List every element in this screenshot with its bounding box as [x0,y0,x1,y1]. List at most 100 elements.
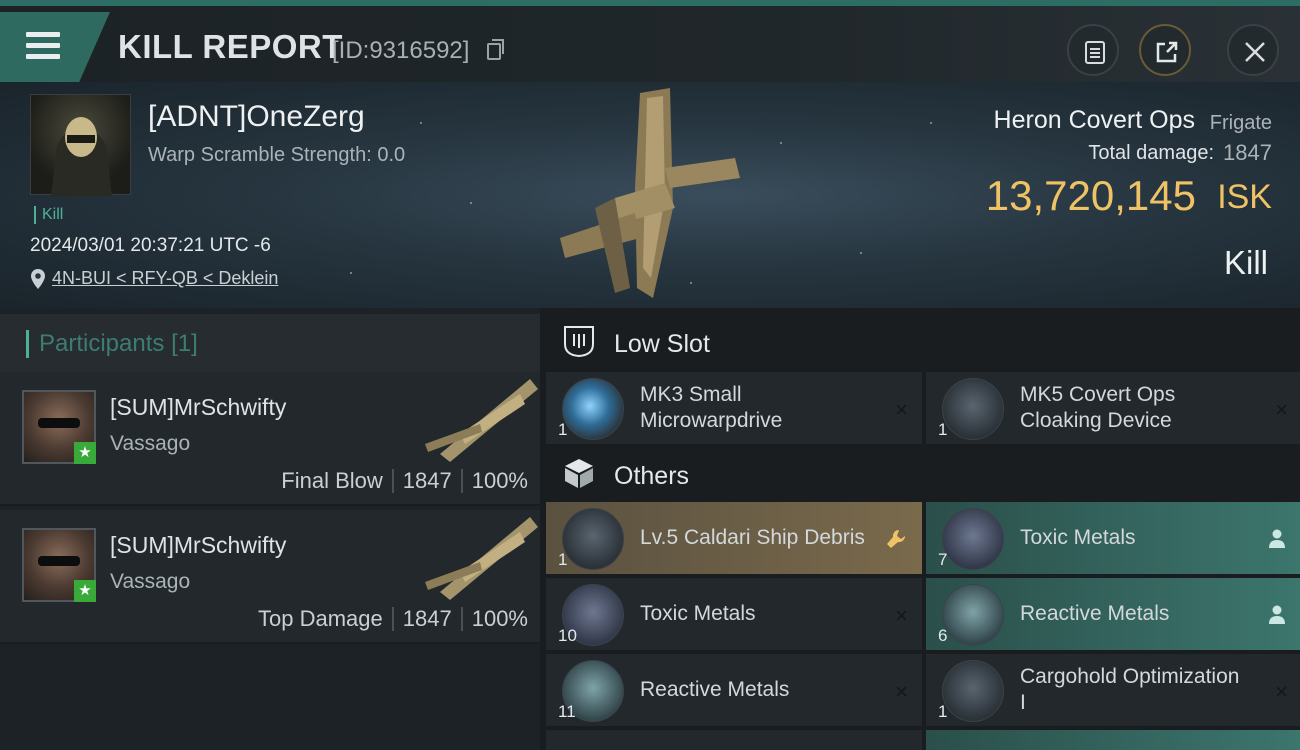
isk-unit: ISK [1217,178,1272,216]
fitting-panel: Low Slot 1 MK3 Small Microwarpdrive × 1 … [540,308,1300,750]
reactive-metals-icon [942,584,1004,646]
avatar[interactable]: ★ [22,528,96,602]
kill-summary: [ADNT]OneZerg Warp Scramble Strength: 0.… [0,82,1300,308]
microwarpdrive-icon [562,378,624,440]
participants-count: [1] [171,330,198,357]
location-pin-icon [31,269,45,289]
divider [391,469,394,493]
item-quantity: 10 [558,626,577,645]
kill-tag: Kill [34,206,63,224]
destroyed-icon: × [1275,679,1288,704]
participant-row[interactable]: ★ [SUM]MrSchwifty Vassago Top Damage 184… [0,510,540,644]
destroyed-icon: × [895,397,908,422]
star-icon: ★ [74,442,96,464]
participant-percent: 100% [471,606,528,631]
low-slot-icon [564,326,594,358]
cargo-item-partial[interactable] [546,730,922,750]
item-quantity: 1 [558,420,568,439]
participant-stats: Final Blow 1847 100% [281,468,528,494]
participant-name: [SUM]MrSchwifty [110,394,287,420]
toxic-metals-icon [942,508,1004,570]
star-icon: ★ [74,580,96,602]
cargo-item[interactable]: 6 Reactive Metals [926,578,1300,650]
cargo-item[interactable]: 11 Reactive Metals × [546,654,922,726]
cargo-item-partial[interactable] [926,730,1300,750]
destroyed-icon: × [895,603,908,628]
ship-debris-icon [562,508,624,570]
participant-damage: 1847 [402,606,452,631]
page-title: KILL REPORT [118,28,343,65]
sunglasses-icon [38,556,80,566]
participant-name: [SUM]MrSchwifty [110,532,287,558]
avatar[interactable]: ★ [22,390,96,464]
participant-role: Top Damage [258,606,383,631]
divider [460,469,463,493]
hamburger-icon [26,54,60,59]
sunglasses-icon [38,418,80,428]
close-button[interactable] [1227,24,1279,76]
divider [460,607,463,631]
participant-percent: 100% [471,468,528,493]
copy-icon[interactable] [487,39,504,60]
participant-corp: Vassago [110,570,191,593]
cargo-item[interactable]: 7 Toxic Metals [926,502,1300,574]
cargo-item[interactable]: 1 Lv.5 Caldari Ship Debris [546,502,922,574]
menu-button[interactable] [0,12,110,82]
low-slot-title: Low Slot [614,330,710,358]
module-item[interactable]: 1 MK3 Small Microwarpdrive × [546,372,922,444]
item-name: MK5 Covert Ops Cloaking Device [1020,383,1176,432]
total-damage-label: Total damage: [1088,142,1214,164]
clipboard-button[interactable] [1067,24,1119,76]
participant-corp: Vassago [110,432,191,455]
item-quantity: 6 [938,626,948,645]
destroyed-icon: × [895,679,908,704]
victim-name[interactable]: [ADNT]OneZerg [148,100,365,134]
hamburger-icon [26,43,60,48]
item-quantity: 11 [558,702,576,721]
person-icon [1269,529,1285,548]
item-quantity: 1 [938,420,948,439]
helmet-icon [51,117,112,196]
item-name: MK3 Small Microwarpdrive [640,383,783,432]
item-name: Cargohold Optimization I [1020,665,1240,714]
cloaking-device-icon [942,378,1004,440]
person-icon [1269,605,1285,624]
kill-datetime: 2024/03/01 20:37:21 UTC -6 [30,235,271,256]
participants-title: Participants [1] [26,330,198,358]
share-icon [1156,41,1178,63]
total-damage-value: 1847 [1223,140,1272,165]
divider [391,607,394,631]
low-slot-header: Low Slot [540,312,1300,372]
others-title: Others [614,462,690,490]
participant-damage: 1847 [402,468,452,493]
module-item[interactable]: 1 MK5 Covert Ops Cloaking Device × [926,372,1300,444]
isk-value: 13,720,145 [985,172,1196,219]
participants-panel: Participants [1] ★ [SUM]MrSchwifty Vassa… [0,308,540,750]
share-button[interactable] [1139,24,1191,76]
item-name: Lv.5 Caldari Ship Debris [640,526,865,549]
top-bar: KILL REPORT [ID:9316592] [0,0,1300,82]
participant-ship-image [425,379,538,462]
victim-portrait[interactable] [30,94,131,196]
hamburger-icon [26,32,60,37]
item-name: Reactive Metals [1020,602,1170,625]
participant-role: Final Blow [281,468,383,493]
victim-ship-image [560,88,740,298]
close-icon [1245,42,1265,62]
participants-header: Participants [1] [0,314,540,372]
destroyed-icon: × [1275,397,1288,422]
item-name: Reactive Metals [640,678,790,701]
location-link[interactable]: 4N-BUI < RFY-QB < Deklein [52,268,278,289]
participant-stats: Top Damage 1847 100% [258,606,528,632]
report-id: [ID:9316592] [332,37,470,64]
participants-title-text: Participants [39,330,165,357]
item-quantity: 1 [558,550,568,569]
cargo-item[interactable]: 10 Toxic Metals × [546,578,922,650]
cargo-item[interactable]: 1 Cargohold Optimization I × [926,654,1300,726]
warp-scramble-strength: Warp Scramble Strength: 0.0 [148,144,406,166]
wrench-icon [887,529,906,548]
item-quantity: 1 [938,702,948,721]
clipboard-icon [1085,41,1105,64]
participant-row[interactable]: ★ [SUM]MrSchwifty Vassago Final Blow 184… [0,372,540,506]
item-name: Toxic Metals [1020,526,1136,549]
